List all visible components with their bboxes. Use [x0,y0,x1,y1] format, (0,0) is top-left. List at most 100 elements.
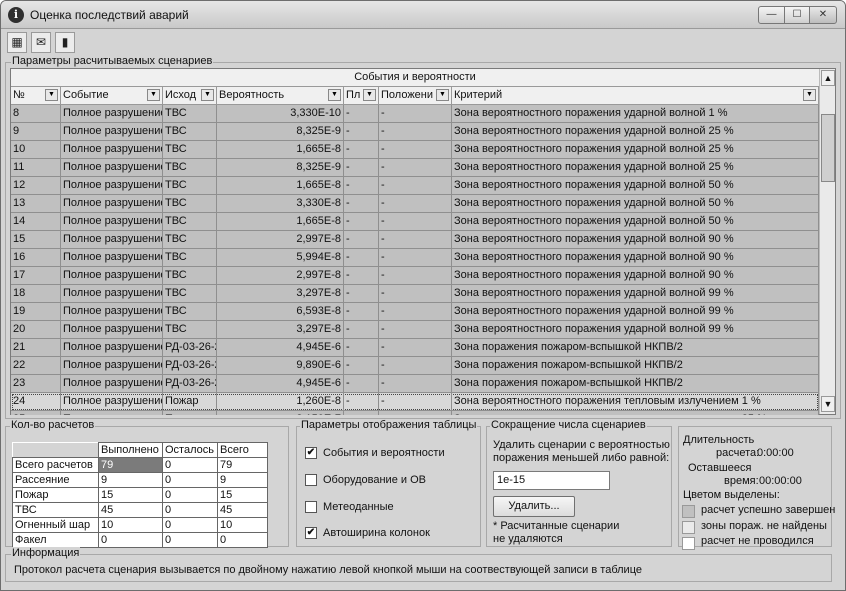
minimize-icon: — [766,9,777,20]
cell-pos: - [379,303,452,320]
cell-n: 22 [11,357,61,374]
cell-n: 20 [11,321,61,338]
cell-pos: - [379,321,452,338]
cell-n: 8 [11,105,61,122]
info-text: Протокол расчета сценария вызывается по … [14,564,642,576]
cell-pos: - [379,393,452,410]
vertical-scrollbar[interactable]: ▲ ▼ [819,69,835,414]
delete-button[interactable]: Удалить... [493,496,575,517]
table-row[interactable]: 18 Полное разрушение ТВС 3,297E-8- - Зона вер… [11,285,819,303]
dropdown-arrow-icon[interactable]: ▼ [436,89,449,101]
col-header-criterion[interactable]: Критерий ▼ [452,87,819,104]
calc-duration-value: 0:00:00 [757,447,794,459]
col-header-number[interactable]: № ▼ [11,87,61,104]
col-header-event[interactable]: Событие ▼ [61,87,163,104]
dropdown-arrow-icon[interactable]: ▼ [328,89,341,101]
scroll-up-icon[interactable]: ▲ [821,70,835,86]
table-row[interactable]: 9 Полное разрушение ТВС 8,325E-9- - Зона веро… [11,123,819,141]
dropdown-arrow-icon[interactable]: ▼ [363,89,376,101]
table-row[interactable]: 20 Полное разрушение ТВС 3,297E-8- - Зона вер… [11,321,819,339]
cell-n: 10 [11,141,61,158]
device-button[interactable]: ▮ [55,32,75,53]
mail-button[interactable]: ✉ [31,32,51,53]
checkbox-meteo[interactable] [305,501,317,513]
col-header-outcome[interactable]: Исход ▼ [163,87,217,104]
checkbox-events[interactable]: ✔ [305,447,317,459]
table-row[interactable]: 21 Полное разрушение РД-03-26-2 4,945E-6- - З… [11,339,819,357]
counts-group-label: Кол-во расчетов [10,419,96,431]
cell-outcome: РД-03-26-2 [163,357,217,374]
cell-prob: 6,593E-8 [217,303,344,320]
cell-outcome: Пожар [163,393,217,410]
dropdown-arrow-icon[interactable]: ▼ [201,89,214,101]
col-header-pl[interactable]: Пл ▼ [344,87,379,104]
counts-cell-label: Рассеяние [12,472,99,488]
cell-crit: Зона вероятностного поражения ударной во… [452,159,819,176]
minimize-button[interactable]: — [758,6,785,24]
counts-row: ТВС 45 0 45 [12,502,268,518]
cell-prob: 1,665E-8 [217,141,344,158]
cell-n: 12 [11,177,61,194]
table-row[interactable]: 19 Полное разрушение ТВС 6,593E-8- - Зона вер… [11,303,819,321]
reduce-note-line1: * Расчитанные сценарии [493,520,620,532]
probability-threshold-input[interactable]: 1e-15 [493,471,610,490]
cell-prob: 3,297E-8 [217,285,344,302]
table-row[interactable]: 10 Полное разрушение ТВС 1,665E-8- - Зона вер… [11,141,819,159]
header-left: Осталось [162,442,218,458]
dropdown-arrow-icon[interactable]: ▼ [147,89,160,101]
cell-outcome: ТВС [163,249,217,266]
scenarios-group-label: Параметры расчитываемых сценариев [11,55,214,67]
dropdown-arrow-icon[interactable]: ▼ [45,89,58,101]
table-row[interactable]: 25Полное разрушениеПожар3,150E-7--Зона в… [11,411,819,415]
scroll-down-icon[interactable]: ▼ [821,396,835,412]
dropdown-arrow-icon[interactable]: ▼ [803,89,816,101]
table-row[interactable]: 24 Полное разрушение Пожар 1,260E-8- - Зона в… [11,393,819,411]
cell-n: 15 [11,231,61,248]
close-button[interactable]: ✕ [809,6,837,24]
maximize-button[interactable]: ☐ [784,6,810,24]
col-header-probability[interactable]: Вероятность ▼ [217,87,344,104]
cell-outcome: РД-03-26-2 [163,339,217,356]
cell-pl: - [344,231,379,248]
cell-pos: - [379,249,452,266]
counts-row: Пожар 15 0 15 [12,487,268,503]
cell-prob: 8,325E-9 [217,159,344,176]
window-title: Оценка последствий аварий [30,8,189,22]
table-row[interactable]: 8 Полное разрушение ТВС 3,330E-10- - Зона вер… [11,105,819,123]
cell-event: Полное разрушение [61,393,163,410]
checkbox-meteo-label: Метеоданные [323,501,394,513]
table-row[interactable]: 17 Полное разрушение ТВС 2,997E-8- - Зона вер… [11,267,819,285]
cell-prob: 5,994E-8 [217,249,344,266]
cell-n: 18 [11,285,61,302]
cell-event: Полное разрушение [61,123,163,140]
cell-n: 21 [11,339,61,356]
cell-pl: - [344,339,379,356]
table-row[interactable]: 13 Полное разрушение ТВС 3,330E-8- - Зона вер… [11,195,819,213]
counts-row: Рассеяние 9 0 9 [12,472,268,488]
col-header-position[interactable]: Положени ▼ [379,87,452,104]
legend-notrun: расчет не проводился [701,535,814,547]
grid-rows: 8 Полное разрушение ТВС 3,330E-10- - Зона вер… [11,105,819,415]
cell-pos: - [379,357,452,374]
table-row[interactable]: 14 Полное разрушение ТВС 1,665E-8- - Зона вер… [11,213,819,231]
table-row[interactable]: 22 Полное разрушение РД-03-26-2 9,890E-6- - З… [11,357,819,375]
table-row[interactable]: 11 Полное разрушение ТВС 8,325E-9- - Зона вер… [11,159,819,177]
cell-outcome: ТВС [163,303,217,320]
scroll-thumb[interactable] [821,114,835,182]
table-row[interactable]: 16 Полное разрушение ТВС 5,994E-8- - Зона вер… [11,249,819,267]
info-icon: i [8,7,24,23]
table-row[interactable]: 15 Полное разрушение ТВС 2,997E-8- - Зона вер… [11,231,819,249]
cell-pl: - [344,321,379,338]
counts-cell-total: 15 [217,487,268,503]
table-row[interactable]: 12 Полное разрушение ТВС 1,665E-8- - Зона вер… [11,177,819,195]
cell-prob: 1,665E-8 [217,177,344,194]
scenarios-grid[interactable]: События и вероятности № ▼ Событие ▼ Исход ▼… [10,68,836,415]
cell-crit: Зона вероятностного поражения ударной во… [452,195,819,212]
calculator-button[interactable]: ▦ [7,32,27,53]
checkbox-autowidth[interactable]: ✔ [305,527,317,539]
cell-outcome: ТВС [163,159,217,176]
cell-crit: Зона вероятностного поражения тепловым и… [452,393,819,410]
cell-n: 11 [11,159,61,176]
table-row[interactable]: 23 Полное разрушение РД-03-26-2 4,945E-6- - З… [11,375,819,393]
checkbox-equipment[interactable] [305,474,317,486]
